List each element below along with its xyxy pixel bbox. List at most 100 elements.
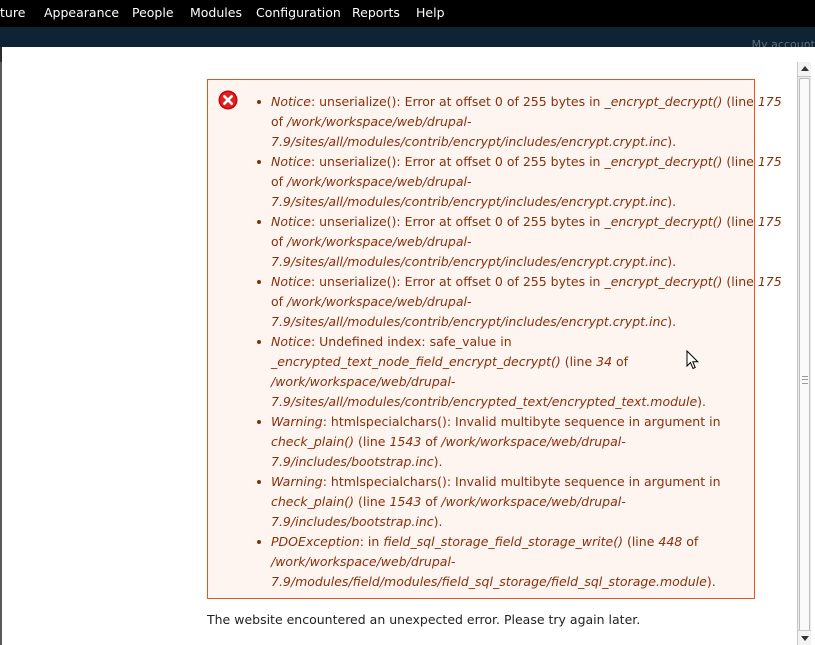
message-line: 7.9/includes/bootstrap.inc). bbox=[271, 512, 746, 532]
message-text: of bbox=[271, 294, 288, 309]
error-message-list: Notice: unserialize(): Error at offset 0… bbox=[256, 92, 782, 592]
message-line: 7.9/sites/all/modules/contrib/encrypt/in… bbox=[271, 312, 746, 332]
scrollbar-thumb[interactable] bbox=[799, 78, 810, 643]
message-text: check_plain() bbox=[271, 434, 355, 449]
toolbar-item-people[interactable]: People bbox=[132, 5, 174, 20]
message-text: /work/workspace/web/drupal- bbox=[287, 174, 472, 189]
message-text: Notice bbox=[271, 214, 311, 229]
message-text: /work/workspace/web/drupal- bbox=[271, 374, 456, 389]
message-text: 175 bbox=[757, 94, 782, 109]
message-text: 448 bbox=[658, 534, 683, 549]
message-line: check_plain() (line 1543 of /work/worksp… bbox=[271, 492, 746, 512]
message-line: 7.9/includes/bootstrap.inc). bbox=[271, 452, 746, 472]
message-text: ). bbox=[667, 134, 677, 149]
message-text: 7.9/sites/all/modules/contrib/encrypt/in… bbox=[271, 314, 668, 329]
message-text: field_sql_storage_field_storage_write() bbox=[383, 534, 623, 549]
message-text: of bbox=[682, 534, 699, 549]
message-text: ). bbox=[667, 314, 677, 329]
message-text: of bbox=[271, 234, 288, 249]
message-text: : htmlspecialchars(): Invalid multibyte … bbox=[322, 474, 721, 489]
unexpected-error-text: The website encountered an unexpected er… bbox=[207, 612, 641, 627]
message-text: : unserialize(): Error at offset 0 of 25… bbox=[310, 274, 605, 289]
message-text: Notice bbox=[271, 274, 311, 289]
message-text: 175 bbox=[757, 214, 782, 229]
message-line: of /work/workspace/web/drupal- bbox=[271, 292, 746, 312]
message-text: ). bbox=[667, 254, 677, 269]
message-text: 7.9/sites/all/modules/contrib/encrypt/in… bbox=[271, 194, 668, 209]
error-message-item: PDOException: in field_sql_storage_field… bbox=[256, 532, 746, 592]
message-text: Warning bbox=[271, 474, 323, 489]
scroll-up-button[interactable] bbox=[798, 62, 811, 77]
message-line: Notice: unserialize(): Error at offset 0… bbox=[271, 272, 782, 292]
message-line: 7.9/sites/all/modules/contrib/encrypted_… bbox=[271, 392, 746, 412]
message-text: /work/workspace/web/drupal- bbox=[441, 434, 626, 449]
message-text: Warning bbox=[271, 414, 323, 429]
message-text: (line bbox=[560, 354, 597, 369]
message-line: 7.9/modules/field/modules/field_sql_stor… bbox=[271, 572, 746, 592]
toolbar-item-modules[interactable]: Modules bbox=[190, 5, 242, 20]
message-text: /work/workspace/web/drupal- bbox=[287, 234, 472, 249]
arrow-down-icon bbox=[801, 636, 809, 641]
message-text: /work/workspace/web/drupal- bbox=[287, 294, 472, 309]
shortcut-bar: My account bbox=[0, 27, 815, 51]
message-text: ). bbox=[706, 574, 716, 589]
error-messages-box: Notice: unserialize(): Error at offset 0… bbox=[207, 79, 782, 599]
error-message-item: Notice: unserialize(): Error at offset 0… bbox=[256, 152, 782, 212]
message-line: of /work/workspace/web/drupal- bbox=[271, 232, 746, 252]
message-text: Notice bbox=[271, 154, 311, 169]
message-line: check_plain() (line 1543 of /work/worksp… bbox=[271, 432, 746, 452]
message-text: 7.9/modules/field/modules/field_sql_stor… bbox=[271, 574, 707, 589]
arrow-up-icon bbox=[801, 66, 809, 71]
admin-toolbar: ture Appearance People Modules Configura… bbox=[0, 0, 815, 27]
message-line: /work/workspace/web/drupal- bbox=[271, 372, 746, 392]
toolbar-item-structure[interactable]: ture bbox=[0, 5, 25, 20]
message-text: PDOException bbox=[271, 534, 360, 549]
message-text: 7.9/sites/all/modules/contrib/encrypt/in… bbox=[271, 134, 668, 149]
message-text: : unserialize(): Error at offset 0 of 25… bbox=[310, 154, 605, 169]
message-line: 7.9/sites/all/modules/contrib/encrypt/in… bbox=[271, 252, 746, 272]
error-message-item: Notice: Undefined index: safe_value in _e… bbox=[256, 332, 746, 412]
error-message-item: Notice: unserialize(): Error at offset 0… bbox=[256, 272, 782, 332]
message-line: Notice: unserialize(): Error at offset 0… bbox=[271, 212, 782, 232]
toolbar-item-help[interactable]: Help bbox=[416, 5, 445, 20]
toolbar-item-configuration[interactable]: Configuration bbox=[256, 5, 341, 20]
message-line: of /work/workspace/web/drupal- bbox=[271, 172, 746, 192]
grip-icon bbox=[802, 376, 808, 384]
message-text: (line bbox=[722, 274, 758, 289]
message-text: of bbox=[421, 494, 442, 509]
message-text: of bbox=[612, 354, 629, 369]
message-line: Notice: unserialize(): Error at offset 0… bbox=[271, 92, 782, 112]
vertical-scrollbar[interactable] bbox=[797, 62, 811, 645]
message-line: 7.9/sites/all/modules/contrib/encrypt/in… bbox=[271, 132, 746, 152]
message-line: Notice: unserialize(): Error at offset 0… bbox=[271, 152, 782, 172]
message-text: 7.9/sites/all/modules/contrib/encrypt/in… bbox=[271, 254, 668, 269]
message-text: (line bbox=[622, 534, 659, 549]
message-text: (line bbox=[722, 94, 758, 109]
message-line: Warning: htmlspecialchars(): Invalid mul… bbox=[271, 472, 746, 492]
error-message-item: Warning: htmlspecialchars(): Invalid mul… bbox=[256, 412, 746, 472]
message-text: 7.9/sites/all/modules/contrib/encrypted_… bbox=[271, 394, 698, 409]
message-text: ). bbox=[667, 194, 677, 209]
message-text: of bbox=[271, 174, 288, 189]
message-line: Notice: Undefined index: safe_value in bbox=[271, 332, 746, 352]
message-text: ). bbox=[697, 394, 707, 409]
message-text: : in bbox=[359, 534, 384, 549]
message-text: /work/workspace/web/drupal- bbox=[287, 114, 472, 129]
message-line: of /work/workspace/web/drupal- bbox=[271, 112, 746, 132]
message-line: Warning: htmlspecialchars(): Invalid mul… bbox=[271, 412, 746, 432]
toolbar-item-appearance[interactable]: Appearance bbox=[44, 5, 119, 20]
message-text: : unserialize(): Error at offset 0 of 25… bbox=[310, 94, 605, 109]
message-line: _encrypted_text_node_field_encrypt_decry… bbox=[271, 352, 746, 372]
toolbar-item-reports[interactable]: Reports bbox=[352, 5, 400, 20]
message-text: 1543 bbox=[389, 494, 422, 509]
message-text: (line bbox=[354, 434, 390, 449]
error-message-item: Warning: htmlspecialchars(): Invalid mul… bbox=[256, 472, 746, 532]
message-text: _encrypted_text_node_field_encrypt_decry… bbox=[271, 354, 561, 369]
message-text: (line bbox=[722, 214, 758, 229]
message-text: (line bbox=[354, 494, 390, 509]
message-line: 7.9/sites/all/modules/contrib/encrypt/in… bbox=[271, 192, 746, 212]
scroll-down-button[interactable] bbox=[798, 630, 811, 645]
error-icon bbox=[218, 90, 238, 110]
message-text: Notice bbox=[271, 94, 311, 109]
message-text: 175 bbox=[757, 274, 782, 289]
